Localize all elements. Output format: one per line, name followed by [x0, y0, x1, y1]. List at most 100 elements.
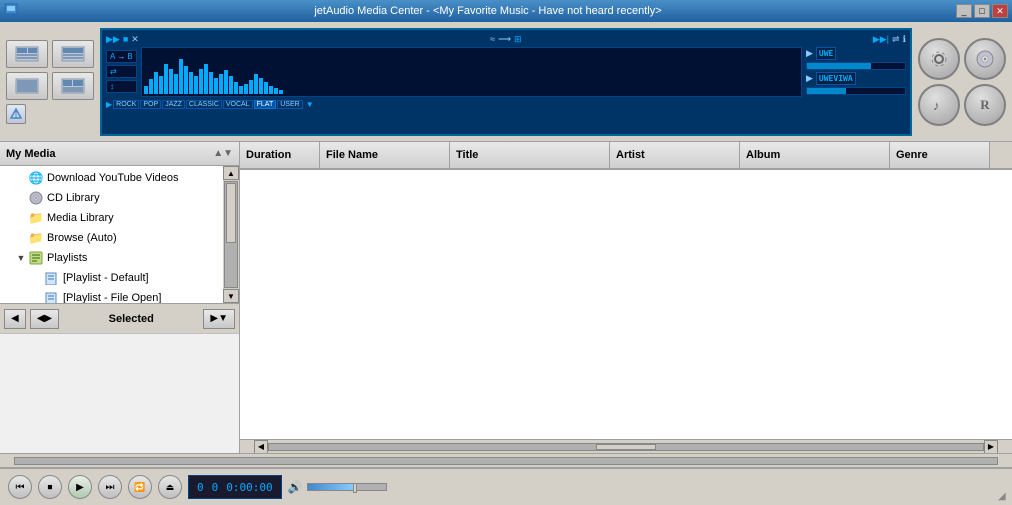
repeat-button[interactable]: 🔁	[128, 475, 152, 499]
view-btn-row-3	[6, 104, 94, 124]
sidebar-title: My Media	[6, 148, 56, 160]
col-album-label: Album	[746, 149, 780, 161]
right-action-buttons: ♪ R	[918, 38, 1006, 126]
sidebar-item-youtube[interactable]: 🌐 Download YouTube Videos	[0, 168, 239, 188]
sidebar-action-icon: ▶▼	[210, 313, 228, 324]
player-control-prev[interactable]: ▶▶	[106, 34, 120, 45]
uwe-button[interactable]: UWE	[816, 47, 836, 60]
close-button[interactable]: ✕	[992, 4, 1008, 18]
eq-band-flat[interactable]: FLAT	[254, 100, 277, 109]
sidebar-item-media[interactable]: 📁 Media Library	[0, 208, 239, 228]
scroll-thumb[interactable]	[226, 183, 236, 243]
pitch-button[interactable]: ↕	[106, 80, 137, 93]
view-btn-5[interactable]	[6, 104, 26, 124]
player-icon-arrow: ⟶	[498, 34, 511, 45]
view-btn-4[interactable]	[52, 72, 94, 100]
player-control-stop[interactable]: ■	[123, 34, 128, 44]
speed-button[interactable]: ⇄	[106, 65, 137, 78]
sidebar-fwd-icon: ◀▶	[37, 313, 52, 324]
playlist-fileopen-icon	[44, 290, 60, 303]
h-scroll-left-btn[interactable]: ◀	[254, 440, 268, 454]
prev-button[interactable]: ⏮	[8, 475, 32, 499]
sidebar-item-playlist-fileopen[interactable]: [Playlist - File Open]	[0, 288, 239, 303]
h-scroll-thumb[interactable]	[596, 444, 656, 450]
volume-slider[interactable]	[307, 483, 387, 491]
cd-button[interactable]	[964, 38, 1006, 80]
sidebar-item-media-label: Media Library	[47, 212, 114, 224]
sidebar-back-btn[interactable]: ◀	[4, 309, 26, 329]
eject-button[interactable]: ⏏	[158, 475, 182, 499]
eq-band-vocal[interactable]: VOCAL	[223, 100, 253, 109]
player-shuffle[interactable]: ⇌	[892, 34, 900, 45]
uweviwa-button[interactable]: UWEVIWA	[816, 72, 856, 85]
expand-browse	[16, 233, 26, 243]
player-icon-grid: ⊞	[514, 34, 522, 45]
col-header-genre[interactable]: Genre	[890, 142, 990, 168]
sidebar-fwd-btn[interactable]: ◀▶	[30, 309, 59, 329]
col-header-artist[interactable]: Artist	[610, 142, 740, 168]
h-scroll-track	[268, 443, 984, 451]
col-artist-label: Artist	[616, 149, 645, 161]
eq-slider-player[interactable]	[806, 87, 906, 95]
ab-button[interactable]: A→B	[106, 50, 137, 63]
eq-band-pop[interactable]: POP	[140, 100, 161, 109]
eject-icon: ⏏	[166, 482, 175, 493]
volume-slider-player[interactable]	[806, 62, 906, 70]
player-control-icon3[interactable]: ✕	[131, 34, 139, 45]
player-info[interactable]: ℹ	[903, 34, 906, 45]
youtube-icon: 🌐	[28, 170, 44, 186]
sidebar-selected-label: Selected	[63, 313, 199, 325]
sidebar-item-cd[interactable]: CD Library	[0, 188, 239, 208]
maximize-button[interactable]: □	[974, 4, 990, 18]
main-seek-area	[0, 453, 1012, 467]
col-header-album[interactable]: Album	[740, 142, 890, 168]
main-seek-bar[interactable]	[14, 457, 998, 465]
view-btn-2[interactable]	[52, 40, 94, 68]
sidebar-item-browse-label: Browse (Auto)	[47, 232, 117, 244]
eq-band-classic[interactable]: CLASSIC	[186, 100, 222, 109]
sidebar-item-browse[interactable]: 📁 Browse (Auto)	[0, 228, 239, 248]
col-header-title[interactable]: Title	[450, 142, 610, 168]
player-next-track[interactable]: ▶▶|	[873, 34, 889, 45]
sidebar-action-btn[interactable]: ▶▼	[203, 309, 235, 329]
stop-icon: ⏹	[48, 482, 53, 493]
sidebar-item-playlist-default[interactable]: [Playlist - Default]	[0, 268, 239, 288]
volume-icon[interactable]: 🔊	[288, 480, 303, 494]
play-button[interactable]: ▶	[68, 475, 92, 499]
col-header-duration[interactable]: Duration	[240, 142, 320, 168]
sidebar-vscrollbar[interactable]: ▲ ▼	[223, 166, 239, 303]
eq-band-rock[interactable]: ROCK	[113, 100, 139, 109]
sidebar-item-playlists[interactable]: ▼ Playlists	[0, 248, 239, 268]
h-scroll-right-btn[interactable]: ▶	[984, 440, 998, 454]
eq-band-user[interactable]: USER	[277, 100, 302, 109]
stop-button[interactable]: ⏹	[38, 475, 62, 499]
record-button[interactable]: R	[964, 84, 1006, 126]
repeat-icon: 🔁	[134, 482, 145, 493]
col-header-filename[interactable]: File Name	[320, 142, 450, 168]
view-btn-3[interactable]	[6, 72, 48, 100]
eq-band-jazz[interactable]: JAZZ	[162, 100, 185, 109]
scroll-up-btn[interactable]: ▲	[223, 166, 239, 180]
sidebar-item-cd-label: CD Library	[47, 192, 100, 204]
music-button[interactable]: ♪	[918, 84, 960, 126]
eq-dropdown-arrow[interactable]: ▼	[306, 100, 314, 109]
minimize-button[interactable]: _	[956, 4, 972, 18]
expand-playlists[interactable]: ▼	[16, 253, 26, 263]
settings-button[interactable]	[918, 38, 960, 80]
view-btn-row-1	[6, 40, 94, 68]
scroll-down-btn[interactable]: ▼	[223, 289, 239, 303]
next-button[interactable]: ⏭	[98, 475, 122, 499]
browse-folder-icon: 📁	[28, 230, 44, 246]
cd-pos-display: 0	[212, 481, 219, 494]
player-label-uwe2: ▶	[806, 73, 813, 84]
resize-grip[interactable]: ◢	[998, 491, 1012, 505]
system-menu-icon[interactable]	[4, 3, 20, 20]
sidebar-sort-arrow[interactable]: ▲▼	[213, 148, 233, 159]
sidebar-sub-panel	[0, 333, 239, 453]
equalizer-bars	[141, 47, 802, 97]
view-btn-row-2	[6, 72, 94, 100]
titlebar: jetAudio Media Center - <My Favorite Mus…	[0, 0, 1012, 22]
view-btn-1[interactable]	[6, 40, 48, 68]
track-list-content	[240, 170, 1012, 439]
sidebar-item-playlist-fileopen-label: [Playlist - File Open]	[63, 292, 161, 303]
